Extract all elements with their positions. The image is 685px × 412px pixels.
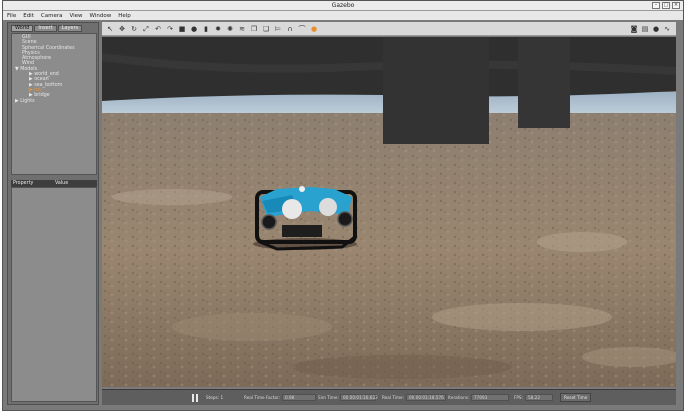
- copy-icon[interactable]: ❐: [250, 25, 258, 33]
- redo-icon[interactable]: ↷: [166, 25, 174, 33]
- tab-insert[interactable]: Insert: [34, 25, 57, 32]
- real-time-factor-label: Real Time Factor:: [244, 395, 281, 400]
- rotate-icon[interactable]: ↻: [130, 25, 138, 33]
- bridge-pillar-left: [383, 37, 489, 144]
- scale-icon[interactable]: ⤢: [142, 25, 150, 33]
- pause-button[interactable]: [192, 394, 199, 402]
- reset-time-button[interactable]: Reset Time: [560, 393, 592, 402]
- left-panel: World Insert Layers GUI Scene Spherical Co…: [7, 22, 99, 405]
- scene-render: [102, 37, 676, 387]
- spot-light-icon[interactable]: ✺: [226, 25, 234, 33]
- translate-icon[interactable]: ✥: [118, 25, 126, 33]
- property-column-header: Property: [13, 181, 34, 186]
- plot-icon[interactable]: ∿: [663, 25, 671, 33]
- tab-world[interactable]: World: [11, 25, 34, 32]
- menu-edit[interactable]: Edit: [23, 13, 34, 19]
- window-title: Gazebo: [331, 2, 355, 9]
- fps-label: FPS:: [514, 395, 524, 400]
- real-time-factor-value: 0.98: [282, 394, 316, 401]
- close-button[interactable]: ×: [672, 2, 680, 9]
- joint-icon[interactable]: ⌒: [298, 25, 306, 33]
- menu-help[interactable]: Help: [118, 13, 131, 19]
- menu-view[interactable]: View: [69, 13, 82, 19]
- bridge-pillar-right: [518, 37, 570, 128]
- toolbar: ↖ ✥ ↻ ⤢ ↶ ↷ ■ ● ▮ ✹ ✺ ≋ ❐ ❏ ⊨ ∩ ⌒ ● ◙ ▤ ● ∿: [102, 22, 676, 36]
- status-bar: Steps: 1 Real Time Factor: 0.98 Sim Time…: [102, 389, 676, 405]
- property-table: [11, 187, 97, 402]
- menu-window[interactable]: Window: [90, 13, 112, 19]
- sim-time-label: Sim Time:: [318, 395, 339, 400]
- align-icon[interactable]: ⊨: [274, 25, 282, 33]
- record-icon[interactable]: ●: [652, 25, 660, 33]
- sphere-icon[interactable]: ●: [190, 25, 198, 33]
- sim-time-value: 00 00:01:16.622: [340, 394, 378, 401]
- cylinder-icon[interactable]: ▮: [202, 25, 210, 33]
- log-icon[interactable]: ▤: [641, 25, 649, 33]
- snap-icon[interactable]: ∩: [286, 25, 294, 33]
- minimize-button[interactable]: –: [652, 2, 660, 9]
- menu-camera[interactable]: Camera: [41, 13, 63, 19]
- gazebo-window: Gazebo – □ × File Edit Camera View Windo…: [2, 0, 684, 411]
- value-column-header: Value: [55, 181, 69, 186]
- tree-item[interactable]: ▶ Lights: [12, 99, 96, 104]
- iterations-value: 77093: [471, 394, 509, 401]
- menu-bar: File Edit Camera View Window Help: [3, 11, 683, 20]
- paste-icon[interactable]: ❏: [262, 25, 270, 33]
- world-tree: GUI Scene Spherical Coordinates Physics Atmo…: [11, 33, 97, 175]
- fps-value: 58.22: [525, 394, 553, 401]
- property-header: Property Value: [11, 180, 97, 187]
- orange-indicator-icon[interactable]: ●: [310, 25, 318, 33]
- title-bar: Gazebo – □ ×: [3, 1, 683, 11]
- iterations-label: Iterations:: [448, 395, 470, 400]
- menu-file[interactable]: File: [7, 13, 16, 19]
- tab-layers[interactable]: Layers: [57, 25, 83, 32]
- box-icon[interactable]: ■: [178, 25, 186, 33]
- select-arrow-icon[interactable]: ↖: [106, 25, 114, 33]
- real-time-value: 00 00:01:18.576: [406, 394, 446, 401]
- 3d-viewport[interactable]: [102, 37, 676, 387]
- real-time-label: Real Time:: [382, 395, 405, 400]
- directional-light-icon[interactable]: ≋: [238, 25, 246, 33]
- maximize-button[interactable]: □: [662, 2, 670, 9]
- point-light-icon[interactable]: ✹: [214, 25, 222, 33]
- screenshot-icon[interactable]: ◙: [630, 25, 638, 33]
- steps-label: Steps: 1: [206, 395, 224, 400]
- undo-icon[interactable]: ↶: [154, 25, 162, 33]
